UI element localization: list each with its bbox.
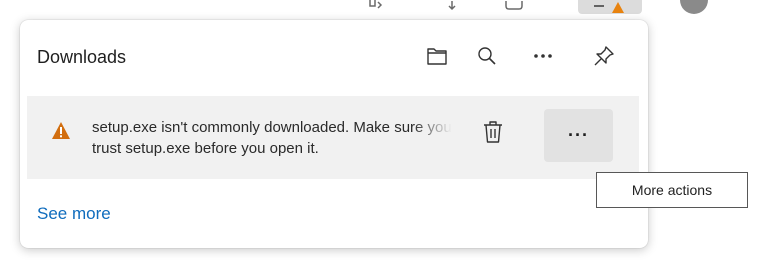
trash-icon xyxy=(483,120,503,149)
panel-title: Downloads xyxy=(37,47,127,67)
pin-panel-button[interactable] xyxy=(584,36,624,76)
more-actions-label: ··· xyxy=(568,125,589,145)
profile-avatar[interactable] xyxy=(680,0,708,14)
download-warning-line2: trust setup.exe before you open it. xyxy=(92,140,319,157)
favorites-icon[interactable] xyxy=(447,0,457,14)
extensions-icon[interactable] xyxy=(368,0,388,14)
more-actions-button[interactable]: ··· xyxy=(544,109,613,162)
search-downloads-button[interactable] xyxy=(467,36,507,76)
download-warning-line1: setup.exe isn't commonly downloaded. Mak… xyxy=(92,119,452,136)
downloads-toolbar-button[interactable] xyxy=(578,0,642,14)
warning-triangle-icon xyxy=(51,121,71,141)
open-folder-button[interactable] xyxy=(417,36,457,76)
ellipsis-icon xyxy=(533,53,553,59)
search-icon xyxy=(477,46,497,66)
browser-toolbar xyxy=(0,0,765,16)
more-actions-tooltip: More actions xyxy=(596,172,748,208)
delete-download-button[interactable] xyxy=(473,114,513,154)
more-options-button[interactable] xyxy=(523,36,563,76)
collections-icon[interactable] xyxy=(505,0,523,14)
folder-icon xyxy=(426,46,448,66)
see-more-link[interactable]: See more xyxy=(37,204,111,224)
pin-icon xyxy=(593,45,615,67)
download-warning-message: setup.exe isn't commonly downloaded. Mak… xyxy=(92,117,452,159)
